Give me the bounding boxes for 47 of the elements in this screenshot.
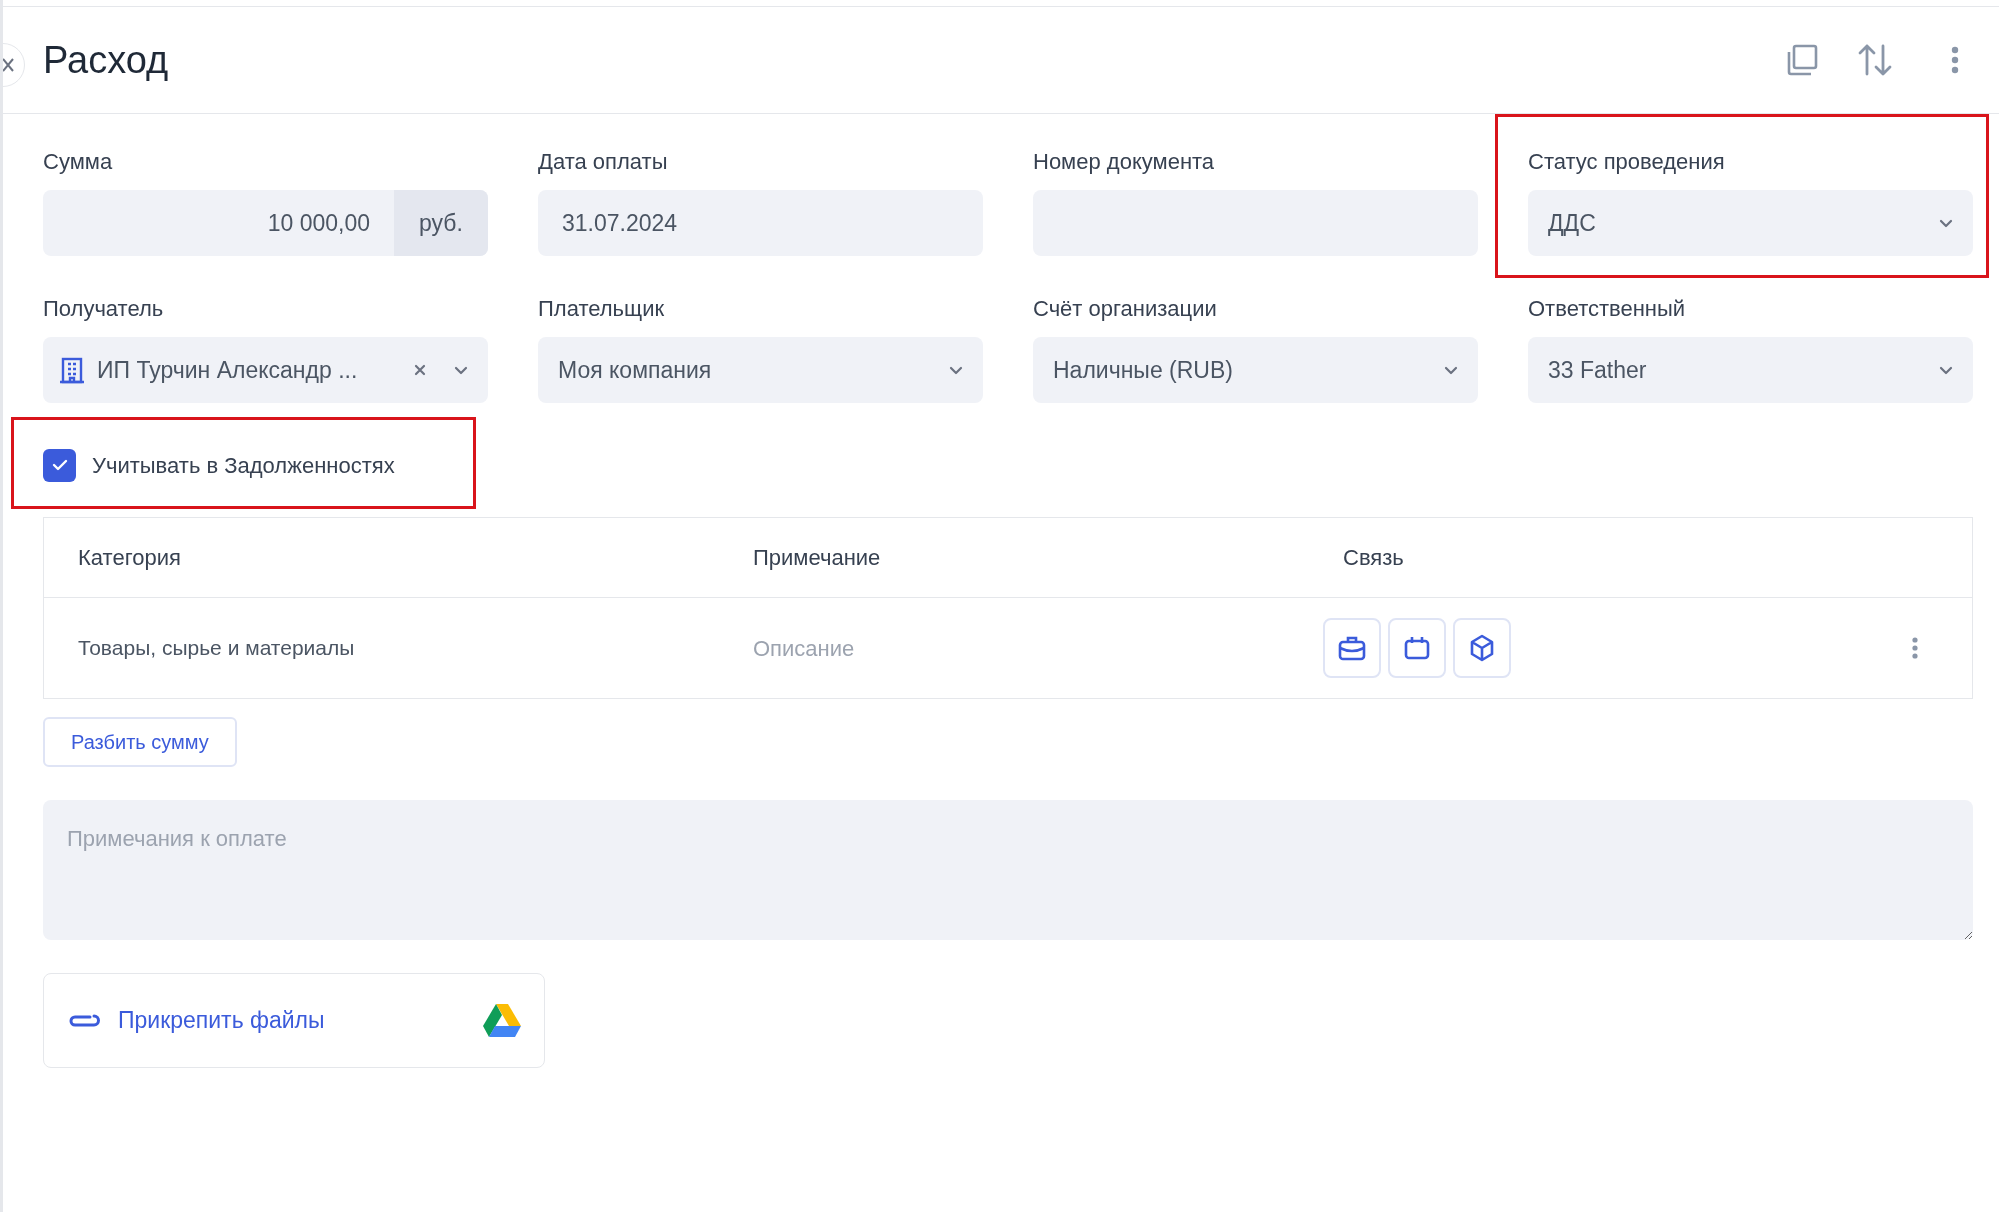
select-field[interactable]: Наличные (RUB) (1033, 337, 1478, 403)
amount-value: 10 000,00 (266, 208, 371, 238)
briefcase-icon (1338, 635, 1366, 661)
checkbox-label: Учитывать в Задолженностях (92, 451, 395, 480)
select-field[interactable]: ДДС (1528, 190, 1973, 256)
link-button[interactable] (1323, 618, 1381, 678)
select-field[interactable]: ИП Турчин Александр ... (43, 337, 488, 403)
field-label: Счёт организации (1033, 295, 1218, 323)
calendar-icon (1404, 636, 1430, 660)
currency-label: руб. (394, 190, 488, 256)
drive-logo-icon[interactable] (482, 1002, 522, 1039)
sort-arrows-icon[interactable] (1857, 43, 1893, 77)
building-icon (59, 356, 85, 384)
checkmark-icon (51, 459, 68, 471)
attach-files-link[interactable]: Прикрепить файлы (118, 1003, 325, 1038)
column-header: Категория (78, 544, 182, 572)
cube-icon (1469, 634, 1495, 662)
amount-field[interactable]: 10 000,00 руб. (43, 190, 488, 256)
field-label: Статус проведения (1528, 148, 1726, 176)
more-vertical-icon[interactable] (1951, 46, 1959, 74)
page-title: Расход (43, 37, 169, 83)
input-field[interactable]: 31.07.2024 (538, 190, 983, 256)
copy-icon[interactable] (1785, 43, 1819, 77)
field-label: Ответственный (1528, 295, 1687, 323)
select-field[interactable]: 33 Father (1528, 337, 1973, 403)
chevron-down-icon (1939, 218, 1953, 228)
clear-icon[interactable] (414, 364, 426, 376)
split-amount-button[interactable]: Разбить сумму (43, 717, 237, 767)
field-label: Плательщик (538, 295, 666, 323)
chevron-down-icon (1444, 365, 1458, 375)
more-vertical-icon[interactable] (1912, 637, 1918, 659)
link-button[interactable] (1388, 618, 1446, 678)
field-label: Сумма (43, 148, 114, 176)
field-label: Получатель (43, 295, 165, 323)
table-cell-text: Товары, сырье и материалы (78, 635, 356, 662)
field-label: Номер документа (1033, 148, 1216, 176)
checkbox[interactable] (43, 448, 76, 482)
select-field[interactable]: Моя компания (538, 337, 983, 403)
column-header: Примечание (753, 544, 882, 572)
close-icon (3, 58, 14, 72)
chevron-down-icon (949, 365, 963, 375)
notes-field[interactable]: Примечания к оплате (43, 800, 1973, 940)
field-label: Дата оплаты (538, 148, 669, 176)
chevron-down-icon (1939, 365, 1953, 375)
link-button[interactable] (1453, 618, 1511, 678)
chevron-down-icon (454, 365, 468, 375)
column-header: Связь (1343, 544, 1405, 572)
